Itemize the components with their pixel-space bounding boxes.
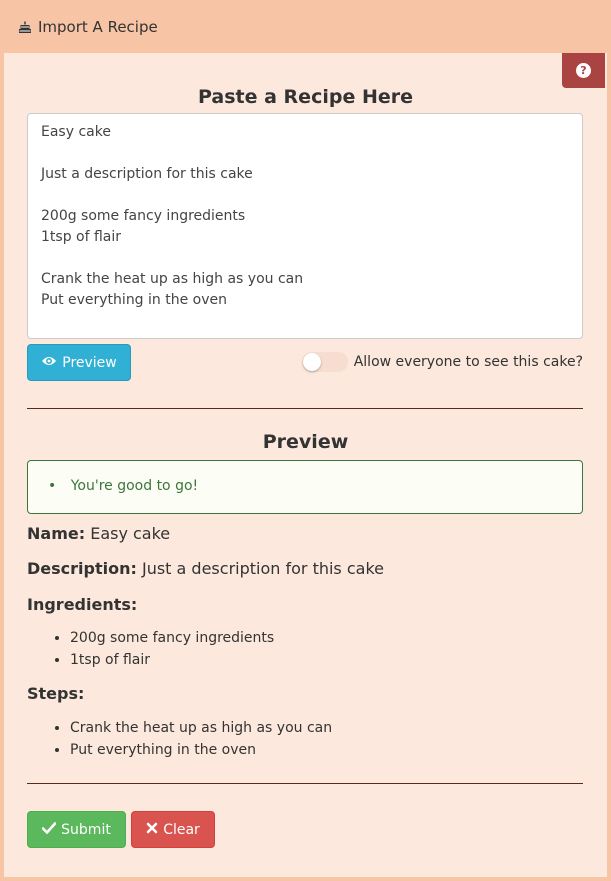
alert-message: You're good to go! [70,478,199,494]
cake-icon [18,20,32,34]
steps-label: Steps: [27,684,85,703]
recipe-name-line: Name: Easy cake [27,524,170,543]
list-item: 200g some fancy ingredients [70,627,274,649]
recipe-description: Just a description for this cake [141,559,384,578]
divider [27,408,583,409]
paste-title: Paste a Recipe Here [197,86,413,108]
panel-header: Import A Recipe [0,0,611,53]
list-item: Put everything in the oven [70,739,332,761]
description-label: Description: [27,559,137,578]
eye-icon [41,355,57,371]
alert-bullet: • [48,478,57,494]
question-icon: ? [576,63,591,78]
recipe-textarea[interactable]: Easy cake Just a description for this ca… [27,113,583,339]
success-alert: • You're good to go! [27,460,583,514]
public-toggle-label: Allow everyone to see this cake? [353,354,583,370]
recipe-name: Easy cake [90,524,171,543]
clear-button[interactable]: Clear [131,811,215,848]
divider [27,783,583,784]
ingredients-label: Ingredients: [27,595,138,614]
public-toggle[interactable] [301,352,348,372]
preview-button[interactable]: Preview [27,344,131,381]
steps-list: Crank the heat up as high as you can Put… [48,717,332,761]
check-icon [41,821,57,838]
toggle-knob [302,353,321,371]
name-label: Name: [27,524,86,543]
close-icon [146,822,158,838]
recipe-description-line: Description: Just a description for this… [27,559,384,578]
list-item: 1tsp of flair [70,649,274,671]
preview-title: Preview [262,431,349,453]
submit-button[interactable]: Submit [27,811,126,848]
clear-button-label: Clear [163,821,200,838]
panel-title: Import A Recipe [38,17,158,36]
help-button[interactable]: ? [562,53,605,88]
ingredients-list: 200g some fancy ingredients 1tsp of flai… [48,627,274,671]
preview-button-label: Preview [62,354,117,371]
submit-button-label: Submit [61,821,111,838]
list-item: Crank the heat up as high as you can [70,717,332,739]
public-toggle-group: Allow everyone to see this cake? [301,351,583,373]
